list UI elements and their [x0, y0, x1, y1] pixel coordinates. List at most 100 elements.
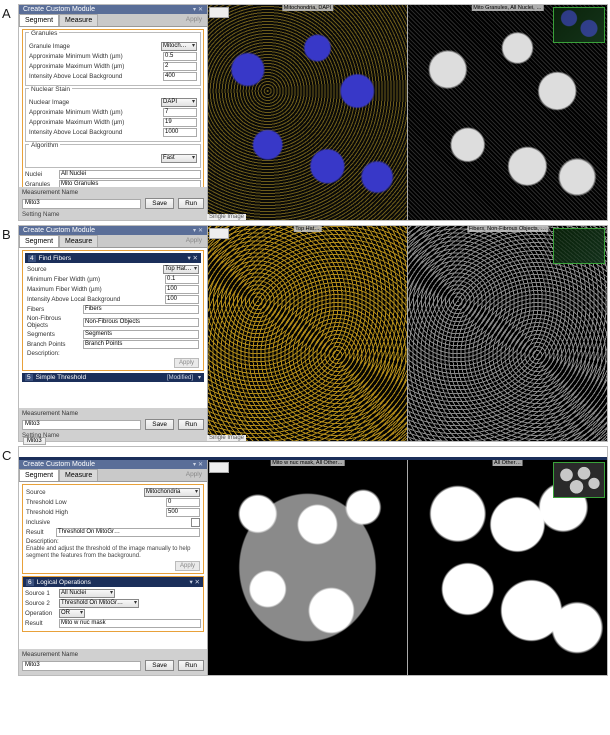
ff-branch-label: Branch Points: [27, 341, 83, 348]
nuclear-maxw-input[interactable]: 19: [163, 118, 197, 127]
nuclear-minw-label: Approximate Minimum Width (µm): [29, 109, 163, 116]
th-inclusive-checkbox[interactable]: [191, 518, 200, 527]
tab-strip: Segment Measure Apply: [19, 235, 207, 248]
tab-segment[interactable]: Segment: [19, 14, 59, 26]
th-inclusive-label: Inclusive: [26, 519, 191, 526]
tab-segment[interactable]: Segment: [19, 469, 59, 481]
granule-intensity-input[interactable]: 400: [163, 72, 197, 81]
ff-desc-label: Description:: [27, 350, 199, 357]
image-canvas-left[interactable]: [208, 5, 407, 220]
image-canvas-left[interactable]: [208, 226, 407, 441]
tab-measure[interactable]: Measure: [59, 469, 98, 481]
th-source-select[interactable]: Mitochondria: [144, 488, 200, 497]
figure-label-B: B: [2, 225, 18, 242]
close-icon[interactable]: ✕: [198, 6, 203, 13]
simple-threshold-header[interactable]: 5 Simple Threshold [Modified] ▾: [22, 373, 204, 382]
run-button[interactable]: Run: [178, 198, 204, 209]
overview-inset[interactable]: [553, 228, 605, 264]
nuclear-minw-input[interactable]: 7: [163, 108, 197, 117]
save-button[interactable]: Save: [145, 660, 174, 671]
lo-s1-label: Source 1: [25, 590, 59, 597]
measurement-name-input[interactable]: Mito3: [22, 661, 141, 671]
nuclear-image-select[interactable]: DAPI: [161, 98, 197, 107]
pin-icon[interactable]: ▾: [193, 461, 196, 468]
viewer-mode-label: Single Image: [207, 214, 246, 220]
ff-maxw-input[interactable]: 100: [165, 285, 199, 294]
nuclei-out-input[interactable]: All Nuclei: [59, 170, 201, 179]
close-icon[interactable]: ✕: [198, 461, 203, 468]
save-button[interactable]: Save: [145, 419, 174, 430]
tab-strip: Segment Measure Apply: [19, 469, 207, 482]
ff-apply-button[interactable]: Apply: [174, 358, 199, 368]
ff-source-select[interactable]: Top Hat…: [163, 265, 199, 274]
ff-fibers-label: Fibers: [27, 306, 83, 313]
th-high-label: Threshold High: [26, 509, 166, 516]
ff-fibers-input[interactable]: Fibers: [83, 305, 199, 314]
pane-label-right: All Other…: [492, 460, 523, 466]
save-button[interactable]: Save: [145, 198, 174, 209]
granule-minw-input[interactable]: 0.5: [163, 52, 197, 61]
ff-branch-input[interactable]: Branch Points: [83, 340, 199, 349]
figure-label-A: A: [2, 4, 18, 21]
step-remove-icon[interactable]: ▾ ✕: [187, 254, 198, 262]
tab-measure[interactable]: Measure: [59, 235, 98, 247]
tab-segment[interactable]: Segment: [19, 235, 59, 247]
ff-intensity-input[interactable]: 100: [165, 295, 199, 304]
granule-maxw-label: Approximate Maximum Width (µm): [29, 63, 163, 70]
granules-out-input[interactable]: Mito Granules: [59, 180, 201, 187]
tab-strip: Segment Measure Apply: [19, 14, 207, 27]
footer-bar: Measurement Name Mito3 Save Run Setting …: [19, 187, 207, 220]
tab-apply[interactable]: Apply: [181, 14, 207, 26]
tab-apply[interactable]: Apply: [181, 235, 207, 247]
th-low-input[interactable]: 0: [166, 498, 200, 507]
step-title: Logical Operations: [37, 579, 91, 586]
algorithm-select[interactable]: Fast: [161, 154, 197, 163]
close-icon[interactable]: ✕: [198, 227, 203, 234]
ff-nonfib-label: Non-Fibrous Objects: [27, 315, 83, 329]
ff-minw-label: Minimum Fiber Width (µm): [27, 276, 165, 283]
run-button[interactable]: Run: [178, 660, 204, 671]
viewer-pane-right: Fibers, Non-Fibrous Objects, …: [407, 226, 607, 441]
lo-s2-select[interactable]: Threshold On MitoGr…: [59, 599, 139, 608]
tab-apply[interactable]: Apply: [181, 469, 207, 481]
ff-minw-input[interactable]: 0.1: [165, 275, 199, 284]
view-toolbar[interactable]: [209, 7, 229, 18]
ff-segments-input[interactable]: Segments: [83, 330, 199, 339]
measurement-name-input[interactable]: Mito3: [22, 199, 141, 209]
granule-image-select[interactable]: Mitoch…: [161, 42, 197, 51]
form-area-B: 4 Find Fibers ▾ ✕ SourceTop Hat… Minimum…: [19, 248, 207, 408]
ff-nonfib-input[interactable]: Non-Fibrous Objects: [83, 318, 199, 327]
window-tab-chip[interactable]: Mito3: [23, 437, 46, 445]
find-fibers-header[interactable]: 4 Find Fibers ▾ ✕: [25, 253, 201, 263]
logical-ops-header[interactable]: 6 Logical Operations ▾ ✕: [23, 577, 203, 587]
view-toolbar[interactable]: [209, 462, 229, 473]
pane-label-left: Mitochondria, DAPI: [282, 5, 333, 11]
tab-measure[interactable]: Measure: [59, 14, 98, 26]
lo-s1-select[interactable]: All Nuclei: [59, 589, 115, 598]
run-button[interactable]: Run: [178, 419, 204, 430]
measurement-name-input[interactable]: Mito3: [22, 420, 141, 430]
lo-result-input[interactable]: Mito w nuc mask: [59, 619, 201, 628]
granule-maxw-input[interactable]: 2: [163, 62, 197, 71]
th-apply-button[interactable]: Apply: [175, 561, 200, 571]
th-result-label: Result: [26, 529, 56, 536]
lo-op-select[interactable]: OR: [59, 609, 85, 618]
th-result-input[interactable]: Threshold On MitoGr…: [56, 528, 200, 537]
view-toolbar[interactable]: [209, 228, 229, 239]
step-remove-icon[interactable]: ▾ ✕: [189, 578, 200, 586]
chevron-down-icon[interactable]: ▾: [198, 374, 201, 381]
th-source-label: Source: [26, 489, 144, 496]
viewer-A: Mitochondria, DAPI Mito Granules, All Nu…: [207, 5, 607, 220]
pin-icon[interactable]: ▾: [193, 6, 196, 13]
pin-icon[interactable]: ▾: [193, 227, 196, 234]
image-canvas-left[interactable]: [208, 460, 407, 675]
th-desc-label: Description:: [26, 538, 200, 545]
ff-intensity-label: Intensity Above Local Background: [27, 296, 165, 303]
overview-inset[interactable]: [553, 462, 605, 498]
form-area-C: SourceMitochondria Threshold Low0 Thresh…: [19, 482, 207, 649]
figure-label-C: C: [2, 446, 18, 463]
app-panel-B: Create Custom Module ▾ ✕ Segment Measure…: [18, 225, 608, 442]
overview-inset[interactable]: [553, 7, 605, 43]
th-high-input[interactable]: 500: [166, 508, 200, 517]
nuclear-intensity-input[interactable]: 1000: [163, 128, 197, 137]
